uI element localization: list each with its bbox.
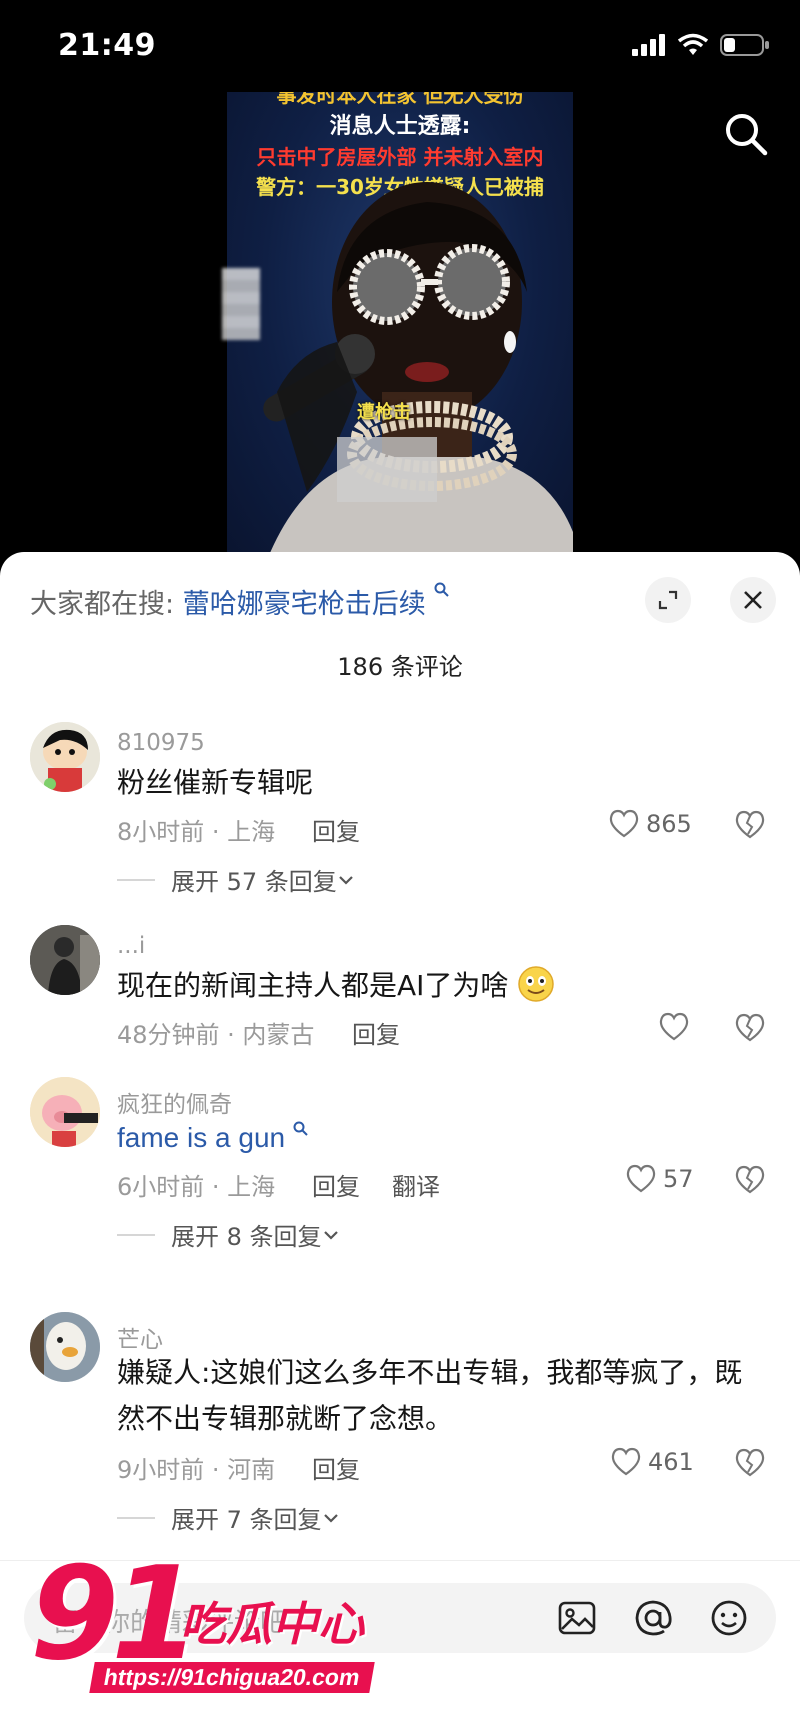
- trending-search[interactable]: 大家都在搜: 蕾哈娜豪宅枪击后续: [30, 582, 450, 621]
- expand-replies[interactable]: 展开 8 条回复: [117, 1217, 340, 1252]
- search-icon[interactable]: [722, 110, 770, 158]
- mention-icon[interactable]: [630, 1595, 676, 1641]
- signal-icon: [632, 34, 665, 56]
- watermark-brand: 吃瓜中心: [180, 1597, 364, 1651]
- video-scene: [263, 182, 573, 560]
- close-button[interactable]: [730, 577, 776, 623]
- expand-icon: [658, 590, 678, 610]
- like-button[interactable]: 865: [608, 809, 692, 839]
- comment-meta: 48分钟前 · 内蒙古: [117, 1021, 315, 1049]
- heart-icon: [611, 1447, 641, 1476]
- like-count: 57: [663, 1165, 694, 1193]
- expand-replies-label: 展开 8 条回复: [171, 1223, 322, 1251]
- comment-username[interactable]: 810975: [117, 730, 205, 756]
- comment-text-line-2: 然不出专辑那就断了念想。: [117, 1402, 454, 1435]
- comment-username[interactable]: ...i: [117, 933, 145, 959]
- comment-item: 疯狂的佩奇 fame is a gun 6小时前 · 上海 回复 翻译 57 展…: [0, 1077, 800, 1277]
- expand-button[interactable]: [645, 577, 691, 623]
- like-button[interactable]: 461: [610, 1447, 694, 1477]
- comment-text[interactable]: fame is a gun: [117, 1115, 757, 1161]
- avatar[interactable]: [30, 925, 100, 995]
- comment-meta: 6小时前 · 上海: [117, 1173, 276, 1201]
- expand-replies[interactable]: 展开 7 条回复: [117, 1500, 340, 1535]
- watermark-logo: 91 吃瓜中心 https://91chigua20.com: [30, 1540, 430, 1718]
- status-time: 21:49: [58, 28, 156, 63]
- video-caption: 遭枪击: [357, 402, 411, 423]
- emoji-icon[interactable]: [706, 1595, 752, 1641]
- like-button[interactable]: 57: [625, 1164, 694, 1194]
- divider-line: [117, 1516, 155, 1519]
- dislike-icon[interactable]: [734, 1165, 766, 1195]
- image-icon[interactable]: [554, 1595, 600, 1641]
- close-icon: [744, 591, 762, 609]
- comment-text-content[interactable]: fame is a gun: [117, 1122, 285, 1153]
- watermark-url: https://91chigua20.com: [89, 1662, 375, 1693]
- reply-button[interactable]: 回复: [312, 812, 360, 847]
- avatar[interactable]: [30, 1312, 100, 1382]
- search-mini-icon: [293, 1121, 308, 1136]
- comment-item: 810975 粉丝催新专辑呢 8小时前 · 上海 回复 865 展开 57 条回…: [0, 722, 800, 922]
- search-mini-icon: [434, 582, 450, 597]
- comment-meta: 8小时前 · 上海: [117, 818, 276, 846]
- trending-search-prefix: 大家都在搜:: [30, 589, 175, 620]
- reply-button[interactable]: 回复: [312, 1450, 360, 1485]
- comment-item: ...i 现在的新闻主持人都是AI了为啥 48分钟前 · 内蒙古 回复: [0, 925, 800, 1065]
- expand-replies[interactable]: 展开 57 条回复: [117, 862, 355, 897]
- comment-item: 芒心 嫌疑人:这娘们这么多年不出专辑，我都等疯了，既 然不出专辑那就断了念想。 …: [0, 1312, 800, 1562]
- comment-text-line-1: 嫌疑人:这娘们这么多年不出专辑，我都等疯了，既: [117, 1356, 743, 1389]
- video-frame[interactable]: 事发时本人在家 但无人受伤 消息人士透露: 只击中了房屋外部 并未射入室内 警方…: [227, 92, 573, 560]
- heart-icon: [659, 1012, 689, 1041]
- dislike-icon[interactable]: [734, 810, 766, 840]
- comment-meta: 9小时前 · 河南: [117, 1456, 276, 1484]
- app-screen: 事发时本人在家 但无人受伤 消息人士透露: 只击中了房屋外部 并未射入室内 警方…: [0, 0, 800, 1731]
- avatar[interactable]: [30, 1077, 100, 1147]
- translate-button[interactable]: 翻译: [392, 1167, 440, 1202]
- avatar[interactable]: [30, 722, 100, 792]
- reply-button[interactable]: 回复: [352, 1015, 400, 1050]
- chevron-down-icon: [339, 875, 353, 885]
- like-count: 865: [646, 810, 692, 838]
- comment-text-content: 现在的新闻主持人都是AI了为啥: [117, 969, 509, 1002]
- comment-username[interactable]: 芒心: [117, 1320, 163, 1354]
- like-count: 461: [648, 1448, 694, 1476]
- comment-text: 嫌疑人:这娘们这么多年不出专辑，我都等疯了，既 然不出专辑那就断了念想。: [117, 1350, 757, 1442]
- expand-replies-label: 展开 7 条回复: [171, 1506, 322, 1534]
- expand-replies-label: 展开 57 条回复: [171, 868, 337, 896]
- wifi-icon: [678, 33, 708, 55]
- comments-count: 186 条评论: [337, 653, 463, 681]
- heart-icon: [609, 809, 639, 838]
- trending-search-keyword[interactable]: 蕾哈娜豪宅枪击后续: [183, 589, 426, 620]
- smile-emoji-icon: [518, 966, 555, 1002]
- status-icons: [632, 33, 770, 57]
- chevron-down-icon: [323, 1230, 338, 1240]
- comment-username[interactable]: 疯狂的佩奇: [117, 1085, 232, 1119]
- reply-button[interactable]: 回复: [312, 1167, 360, 1202]
- dislike-icon[interactable]: [734, 1013, 766, 1043]
- status-bar: 21:49: [0, 0, 800, 95]
- chevron-down-icon: [323, 1513, 338, 1523]
- battery-icon: [720, 34, 769, 56]
- divider-line: [117, 1233, 155, 1236]
- heart-icon: [626, 1164, 656, 1193]
- dislike-icon[interactable]: [734, 1448, 766, 1478]
- like-button[interactable]: [658, 1012, 696, 1042]
- divider-line: [117, 878, 155, 881]
- blurred-overlay: [222, 268, 260, 340]
- comment-text: 粉丝催新专辑呢: [117, 766, 314, 799]
- comment-text: 现在的新闻主持人都是AI了为啥: [117, 963, 757, 1009]
